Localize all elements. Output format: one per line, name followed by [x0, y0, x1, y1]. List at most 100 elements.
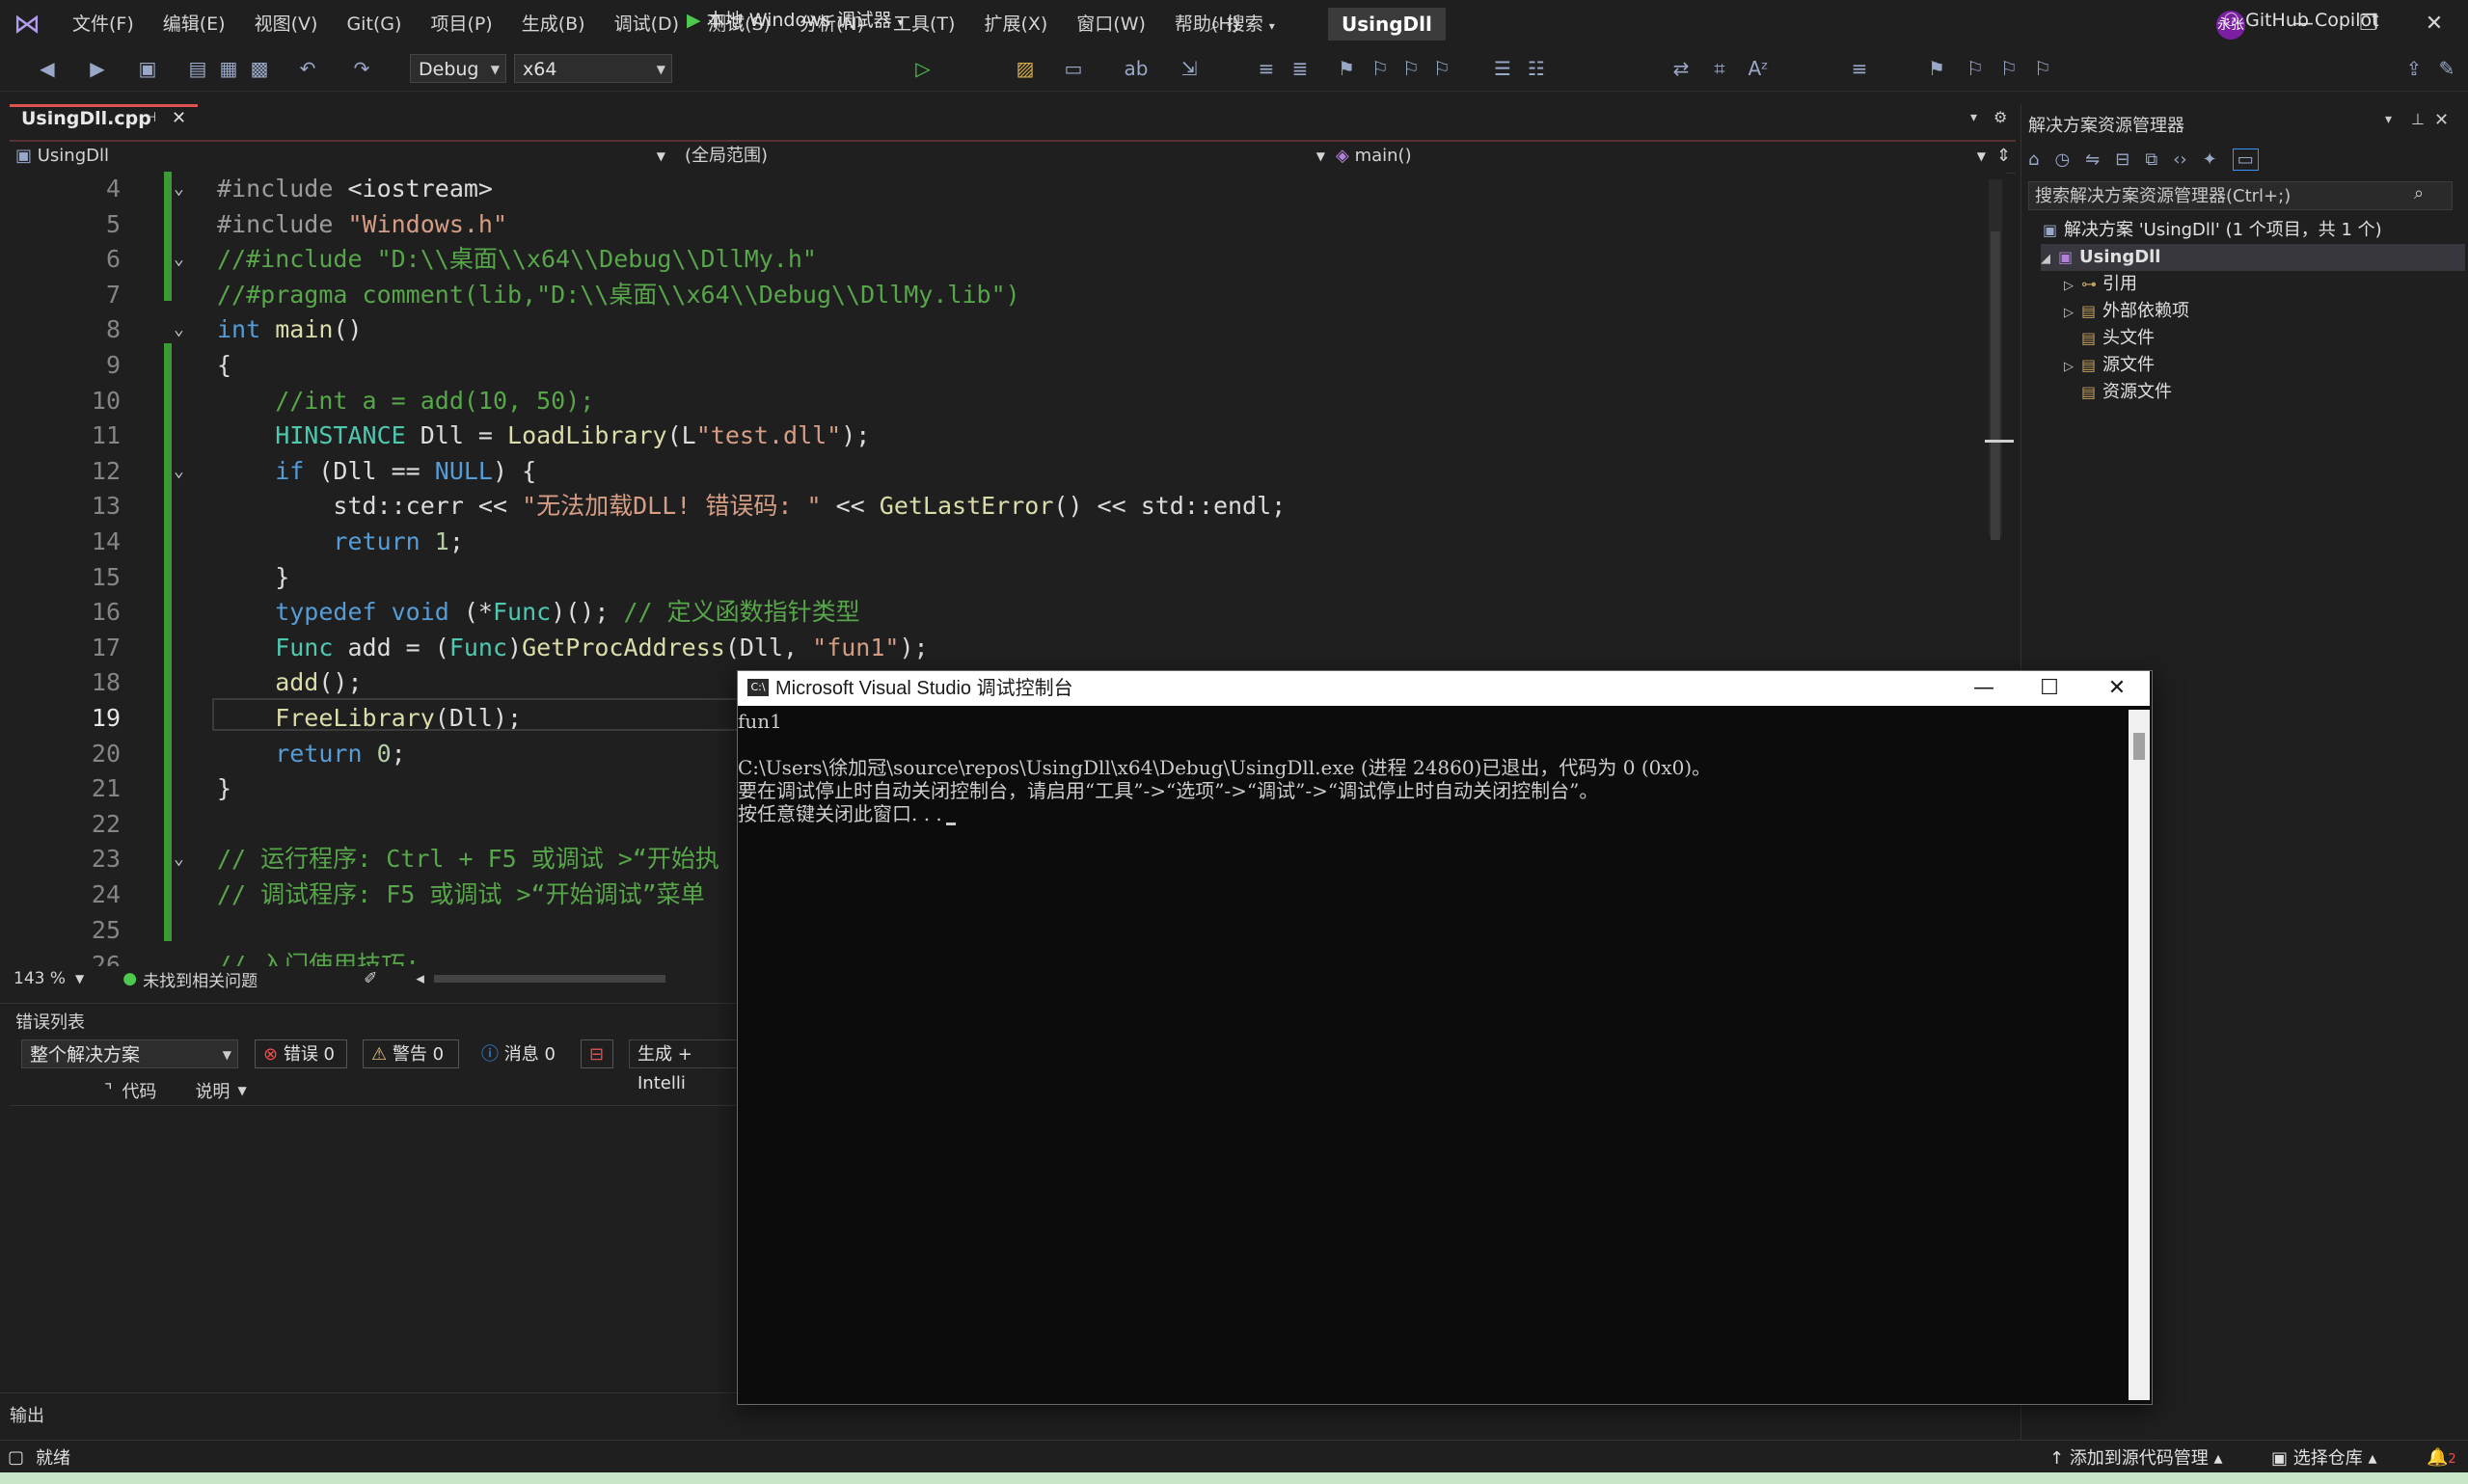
collapse-all-icon[interactable]: ⊟	[2115, 149, 2129, 170]
history-icon[interactable]: ◷	[2054, 149, 2070, 170]
close-tab-icon[interactable]: ✕	[172, 108, 186, 128]
format-icon[interactable]: ⇄	[1668, 54, 1694, 83]
code-line[interactable]: 8 ⌄ int main()	[10, 312, 1996, 347]
output-window-icon[interactable]: ▢	[8, 1447, 24, 1468]
forward-icon[interactable]: ▶	[85, 54, 110, 83]
fold-chevron-icon[interactable]: ⌄	[174, 454, 184, 489]
code-line[interactable]: 13 std::cerr << "无法加载DLL! 错误码: " << GetL…	[10, 489, 1996, 524]
build-filter-select[interactable]: 生成 + Intelli	[629, 1039, 745, 1093]
minimize-icon[interactable]: —	[1950, 671, 2018, 706]
tab-list-icon[interactable]: ▾	[1970, 110, 1977, 125]
save-icon[interactable]: ▦	[216, 54, 241, 83]
open-folder-icon[interactable]: ▤	[185, 54, 210, 83]
bookmark-icon[interactable]: ⚑	[1924, 54, 1949, 83]
share-icon[interactable]: ⇪	[2401, 54, 2427, 83]
console-scrollbar-thumb[interactable]	[2133, 733, 2145, 760]
step-icon[interactable]: ⇲	[1177, 54, 1202, 83]
start-without-debugging-icon[interactable]: ▷	[910, 54, 936, 83]
search-button[interactable]: ⌕ 搜索 ▾	[1210, 8, 1275, 40]
preview-icon[interactable]: ▭	[2232, 148, 2259, 171]
code-line[interactable]: 9{	[10, 348, 1996, 383]
feedback-icon[interactable]: ✎	[2434, 54, 2459, 83]
messages-filter-button[interactable]: ⓘ 消息 0	[473, 1039, 565, 1068]
close-icon[interactable]: ✕	[2083, 671, 2151, 706]
menu-item[interactable]: 文件(F)	[58, 0, 149, 48]
scope-select[interactable]: (全局范围) ▼	[685, 142, 1331, 171]
code-line[interactable]: 10 //int a = add(10, 50);	[10, 384, 1996, 418]
editor-scrollbar-thumb[interactable]	[1991, 231, 2000, 540]
menu-item[interactable]: 视图(V)	[240, 0, 333, 48]
align-icon[interactable]: ≡	[1847, 54, 1872, 83]
scroll-left-icon[interactable]: ◂	[416, 969, 424, 988]
issues-label[interactable]: 未找到相关问题	[143, 967, 258, 991]
search-icon[interactable]: ⌕	[2414, 183, 2424, 203]
platform-select[interactable]: x64 ▼	[514, 54, 672, 83]
console-output[interactable]: fun1 C:\Users\徐加冠\source\repos\UsingDll\…	[738, 710, 2127, 1400]
notifications-icon[interactable]: 🔔2	[2427, 1447, 2456, 1468]
code-line[interactable]: 16 typedef void (*Func)(); // 定义函数指针类型	[10, 595, 1996, 630]
zoom-level[interactable]: 143 %	[14, 969, 66, 988]
fold-chevron-icon[interactable]: ⌄	[174, 948, 184, 966]
split-icon[interactable]: ⇕	[1996, 142, 2016, 171]
menu-item[interactable]: 编辑(E)	[149, 0, 240, 48]
menu-item[interactable]: 扩展(X)	[969, 0, 1062, 48]
code-line[interactable]: 14 return 1;	[10, 525, 1996, 559]
solution-root[interactable]: ▣ 解决方案 'UsingDll' (1 个项目，共 1 个)	[2043, 217, 2382, 244]
console-scrollbar[interactable]	[2129, 710, 2150, 1400]
indent-icon[interactable]: ≡	[1254, 54, 1279, 83]
menu-item[interactable]: 窗口(W)	[1062, 0, 1160, 48]
menu-item[interactable]: 生成(B)	[507, 0, 600, 48]
fold-chevron-icon[interactable]: ⌄	[174, 312, 184, 347]
back-icon[interactable]: ◀	[35, 54, 60, 83]
fold-chevron-icon[interactable]: ⌄	[174, 172, 184, 206]
close-icon[interactable]: ✕	[2400, 0, 2468, 48]
bookmark-next-icon[interactable]: ⚐	[1996, 54, 2021, 83]
bookmark-prev-icon[interactable]: ⚐	[1963, 54, 1988, 83]
tree-item[interactable]: ▷ ⊶ 引用	[2064, 271, 2137, 298]
configuration-select[interactable]: Debug ▼	[410, 54, 506, 83]
replace-icon[interactable]: Aᶻ	[1746, 54, 1771, 83]
column-description[interactable]: 说明	[195, 1078, 230, 1103]
pin-icon[interactable]: ⊣	[145, 110, 156, 125]
comment-icon[interactable]: ☰	[1490, 54, 1515, 83]
code-line[interactable]: 15 }	[10, 560, 1996, 595]
bookmark-icon[interactable]: ⚑	[1334, 54, 1359, 83]
tree-item[interactable]: ▷ ▤ 外部依赖项	[2064, 298, 2189, 325]
tree-item[interactable]: ▤ 头文件	[2064, 325, 2155, 352]
errors-filter-button[interactable]: ⊗ 错误 0	[255, 1039, 347, 1068]
chevron-down-icon[interactable]: ▼	[237, 1084, 246, 1097]
undo-icon[interactable]: ↶	[295, 54, 320, 83]
solution-search-input[interactable]: 搜索解决方案资源管理器(Ctrl+;)	[2028, 181, 2453, 210]
code-line[interactable]: 5 #include "Windows.h"	[10, 207, 1996, 242]
brush-icon[interactable]: ✐	[364, 969, 377, 988]
fold-chevron-icon[interactable]: ⌄	[174, 242, 184, 277]
horizontal-scrollbar[interactable]	[433, 975, 665, 983]
layout-icon[interactable]: ▭	[1061, 54, 1086, 83]
github-copilot-button[interactable]: ⚇ GitHub Copilot	[2223, 6, 2379, 35]
uncomment-icon[interactable]: ☷	[1524, 54, 1549, 83]
menu-item[interactable]: 调试(D)	[600, 0, 693, 48]
warnings-filter-button[interactable]: ⚠ 警告 0	[363, 1039, 459, 1068]
sync-icon[interactable]: ⇋	[2085, 149, 2100, 170]
project-node[interactable]: ◢ ▣ UsingDll	[2041, 244, 2465, 271]
menu-item[interactable]: Git(G)	[332, 0, 416, 48]
filter-icon[interactable]: ⊟	[581, 1039, 613, 1068]
solution-name-badge[interactable]: UsingDll	[1328, 8, 1446, 40]
project-select[interactable]: ▣ UsingDll ▼	[15, 142, 671, 171]
start-debugging-button[interactable]: ▶ 本地 Windows 调试器 ▾	[687, 6, 904, 35]
show-all-files-icon[interactable]: ⧉	[2145, 149, 2157, 170]
pin-icon[interactable]: ⊥	[2411, 110, 2425, 128]
code-line[interactable]: 7 //#pragma comment(lib,"D:\\桌面\\x64\\Deb…	[10, 278, 1996, 312]
code-line[interactable]: 11 HINSTANCE Dll = LoadLibrary(L"test.dl…	[10, 418, 1996, 453]
settings-icon[interactable]: ⚙	[1993, 108, 2007, 126]
member-select[interactable]: ◈ main() ▼	[1336, 142, 1992, 171]
bookmark-menu-icon[interactable]: ⚐	[2030, 54, 2055, 83]
properties-icon[interactable]: ✦	[2203, 149, 2217, 170]
save-all-icon[interactable]: ▩	[247, 54, 272, 83]
folder-icon[interactable]: ▨	[1013, 54, 1038, 83]
tree-item[interactable]: ▤ 资源文件	[2064, 379, 2172, 406]
panel-menu-icon[interactable]: ▾	[2385, 112, 2392, 127]
redo-icon[interactable]: ↷	[349, 54, 374, 83]
error-scope-select[interactable]: 整个解决方案 ▼	[21, 1039, 238, 1068]
code-line[interactable]: 17 Func add = (Func)GetProcAddress(Dll, …	[10, 631, 1996, 665]
